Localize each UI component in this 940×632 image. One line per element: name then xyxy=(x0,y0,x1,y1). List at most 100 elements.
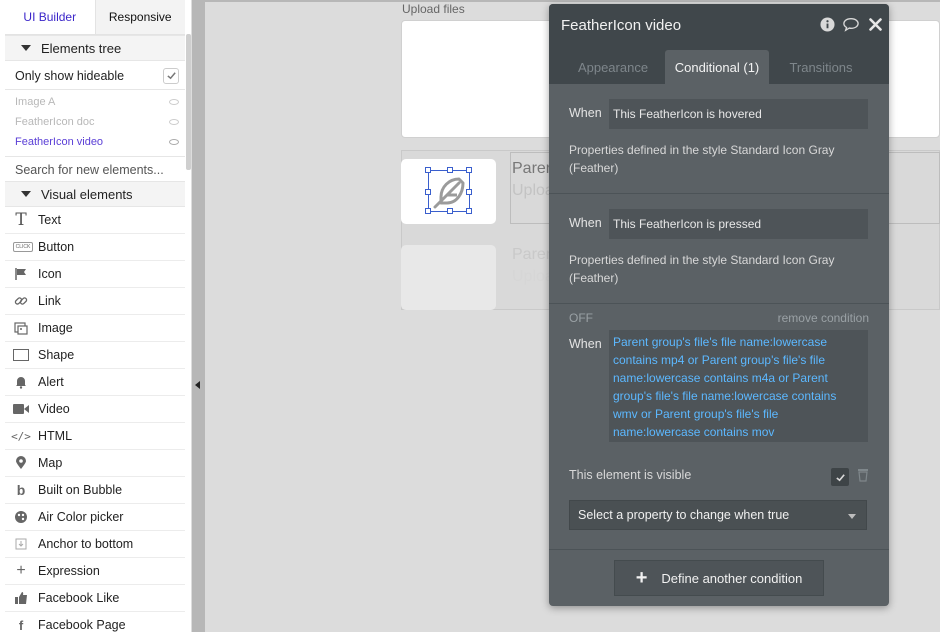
element-map[interactable]: Map xyxy=(5,450,185,477)
collapse-sidebar-icon[interactable] xyxy=(195,381,200,389)
visible-checkbox[interactable] xyxy=(831,468,849,486)
tree-item-label: FeatherIcon video xyxy=(15,136,104,148)
tree-item-feathericon-doc[interactable]: FeatherIcon doc xyxy=(5,112,185,132)
button-icon: CLICK xyxy=(11,239,35,255)
search-elements-input[interactable]: Search for new elements... xyxy=(5,156,185,182)
eye-icon[interactable] xyxy=(169,139,179,145)
property-select-dropdown[interactable]: Select a property to change when true xyxy=(569,500,867,530)
panel-header[interactable]: FeatherIcon video xyxy=(549,4,889,46)
element-facebook-like[interactable]: Facebook Like xyxy=(5,585,185,612)
info-icon[interactable] xyxy=(819,16,835,32)
palette-icon xyxy=(11,509,31,525)
eye-icon[interactable] xyxy=(169,119,179,125)
element-label: Alert xyxy=(38,375,64,389)
element-air-color-picker[interactable]: Air Color picker xyxy=(5,504,185,531)
when-label: When xyxy=(569,106,602,120)
feather-icon xyxy=(433,177,465,209)
video-icon xyxy=(11,401,31,417)
when-condition-field[interactable]: This FeatherIcon is hovered xyxy=(609,99,868,129)
tree-item-feathericon-video[interactable]: FeatherIcon video xyxy=(5,132,185,152)
shape-icon xyxy=(11,347,31,363)
row-card-2[interactable] xyxy=(401,245,496,310)
visual-elements-header[interactable]: Visual elements xyxy=(5,181,185,207)
chevron-down-icon xyxy=(848,514,856,519)
collapse-triangle-icon xyxy=(21,45,31,51)
element-label: Anchor to bottom xyxy=(38,537,134,551)
condition-pressed: When This FeatherIcon is pressed Propert… xyxy=(549,194,889,304)
element-label: Text xyxy=(38,213,61,227)
define-another-condition-button[interactable]: + Define another condition xyxy=(614,560,824,596)
map-pin-icon xyxy=(11,455,31,471)
feather-icon-video[interactable] xyxy=(425,167,472,214)
element-built-on-bubble[interactable]: b Built on Bubble xyxy=(5,477,185,504)
element-facebook-page[interactable]: f Facebook Page xyxy=(5,612,185,632)
panel-title: FeatherIcon video xyxy=(561,16,682,34)
element-icon[interactable]: Icon xyxy=(5,261,185,288)
facebook-icon: f xyxy=(18,617,24,632)
element-video[interactable]: Video xyxy=(5,396,185,423)
condition-status: OFF xyxy=(569,311,593,325)
tab-transitions[interactable]: Transitions xyxy=(775,50,867,84)
bubble-icon: b xyxy=(16,482,26,498)
tree-item-label: FeatherIcon doc xyxy=(15,116,95,128)
trash-icon[interactable] xyxy=(857,468,869,482)
visual-elements-list: T Text CLICK Button Icon Link Image Shap… xyxy=(5,207,185,632)
plus-icon: + xyxy=(635,566,648,589)
text-icon: T xyxy=(15,210,27,230)
element-label: Icon xyxy=(38,267,62,281)
tree-item-image-a[interactable]: Image A xyxy=(5,92,185,112)
resize-handle[interactable] xyxy=(425,208,431,214)
condition-hovered: When This FeatherIcon is hovered Propert… xyxy=(549,84,889,194)
element-expression[interactable]: + Expression xyxy=(5,558,185,585)
resize-handle[interactable] xyxy=(466,167,472,173)
when-label: When xyxy=(569,216,602,230)
sidebar-scrollbar[interactable] xyxy=(186,34,191,170)
eye-icon[interactable] xyxy=(169,99,179,105)
element-anchor-to-bottom[interactable]: Anchor to bottom xyxy=(5,531,185,558)
resize-handle[interactable] xyxy=(425,167,431,173)
resize-handle[interactable] xyxy=(447,167,453,173)
properties-text: Properties defined in the style Standard… xyxy=(569,143,835,175)
element-button[interactable]: CLICK Button xyxy=(5,234,185,261)
close-icon[interactable] xyxy=(867,16,883,32)
upload-files-label: Upload files xyxy=(402,2,465,16)
comment-icon[interactable] xyxy=(843,16,859,32)
condition-expression-field[interactable]: Parent group's file's file name:lowercas… xyxy=(609,330,868,442)
resize-handle[interactable] xyxy=(466,208,472,214)
tab-responsive[interactable]: Responsive xyxy=(94,0,185,34)
element-label: Video xyxy=(38,402,70,416)
code-icon: </> xyxy=(11,429,31,443)
remove-condition-link[interactable]: remove condition xyxy=(778,311,869,325)
tab-appearance[interactable]: Appearance xyxy=(565,50,661,84)
element-label: Expression xyxy=(38,564,100,578)
checkmark-icon xyxy=(166,72,176,80)
tab-ui-builder[interactable]: UI Builder xyxy=(5,0,95,34)
element-link[interactable]: Link xyxy=(5,288,185,315)
element-text[interactable]: T Text xyxy=(5,207,185,234)
element-label: Facebook Like xyxy=(38,591,120,605)
element-image[interactable]: Image xyxy=(5,315,185,342)
element-alert[interactable]: Alert xyxy=(5,369,185,396)
link-icon xyxy=(11,293,31,309)
define-another-condition-label: Define another condition xyxy=(661,570,803,586)
elements-tree-header[interactable]: Elements tree xyxy=(5,35,185,61)
element-label: Map xyxy=(38,456,63,470)
element-label: Built on Bubble xyxy=(38,483,123,497)
properties-text: Properties defined in the style Standard… xyxy=(569,253,835,285)
only-show-hideable-checkbox[interactable] xyxy=(163,67,179,84)
element-label: Link xyxy=(38,294,61,308)
resize-handle[interactable] xyxy=(447,208,453,214)
element-shape[interactable]: Shape xyxy=(5,342,185,369)
element-html[interactable]: </> HTML xyxy=(5,423,185,450)
elements-tree-list: Image A FeatherIcon doc FeatherIcon vide… xyxy=(5,92,185,152)
bell-icon xyxy=(11,374,31,390)
element-label: Shape xyxy=(38,348,75,362)
panel-header-icons xyxy=(819,16,883,32)
panel-tabs: Appearance Conditional (1) Transitions xyxy=(549,46,889,84)
tab-conditional[interactable]: Conditional (1) xyxy=(665,50,769,84)
when-condition-field[interactable]: This FeatherIcon is pressed xyxy=(609,209,868,239)
resize-handle[interactable] xyxy=(425,189,431,195)
plus-icon: + xyxy=(16,562,26,579)
resize-handle[interactable] xyxy=(466,189,472,195)
left-sidebar: UI Builder Responsive Elements tree Only… xyxy=(0,0,192,632)
